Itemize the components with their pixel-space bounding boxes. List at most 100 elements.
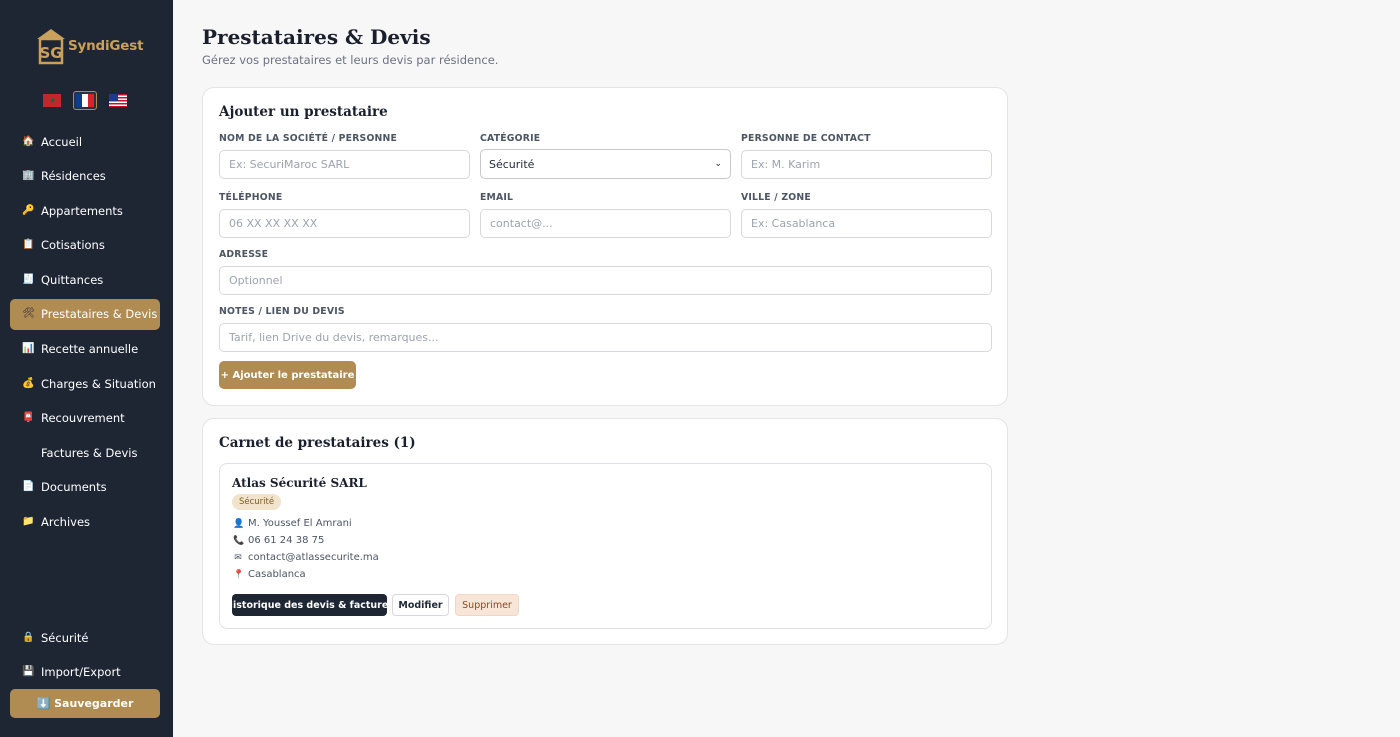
language-switcher [40, 91, 130, 110]
email-input[interactable] [480, 209, 731, 238]
sidebar-item-accueil[interactable]: 🏠 Accueil [10, 126, 160, 157]
provider-card: Atlas Sécurité SARL Sécurité 👤 M. Yousse… [219, 463, 992, 629]
contact-label: PERSONNE DE CONTACT [741, 133, 871, 144]
key-icon: 🔑 [22, 204, 35, 216]
sidebar-item-securite[interactable]: 🔒 Sécurité [10, 622, 160, 653]
clipboard-icon: 📋 [22, 239, 35, 251]
sidebar-item-recouvrement[interactable]: 📮 Recouvrement [10, 403, 160, 434]
phone-icon: 📞 [233, 535, 245, 546]
contact-input[interactable] [741, 150, 992, 179]
location-pin-icon: 📍 [233, 569, 245, 580]
add-provider-card: Ajouter un prestataire NOM DE LA SOCIÉTÉ… [202, 87, 1008, 406]
add-provider-title: Ajouter un prestataire [219, 104, 388, 120]
language-fr[interactable] [73, 91, 97, 110]
sidebar-item-label: Recouvrement [41, 411, 125, 426]
sidebar-item-label: Prestataires & Devis [41, 307, 158, 322]
sidebar-item-prestataires[interactable]: 🛠 Prestataires & Devis [10, 298, 160, 330]
tools-icon: 🛠 [22, 308, 35, 320]
sidebar-item-label: Cotisations [41, 238, 105, 253]
receipt-icon: 🧾 [22, 273, 35, 285]
sidebar-bottom-nav: 🔒 Sécurité 💾 Import/Export [10, 622, 160, 691]
sidebar-item-label: Import/Export [41, 665, 121, 680]
directory-title: Carnet de prestataires (1) [219, 435, 416, 451]
usa-flag-icon [109, 94, 127, 107]
envelope-icon: ✉ [234, 552, 242, 563]
svg-text:SG: SG [39, 44, 62, 62]
sidebar-item-recette[interactable]: 📊 Recette annuelle [10, 334, 160, 365]
document-icon: 📄 [22, 481, 35, 493]
syndigest-logo-icon: SG [37, 29, 65, 65]
mailbox-icon: 📮 [22, 412, 35, 424]
page-subtitle: Gérez vos prestataires et leurs devis pa… [202, 53, 499, 67]
language-ma[interactable] [40, 91, 64, 110]
sidebar-item-label: Résidences [41, 169, 106, 184]
address-input[interactable] [219, 266, 992, 295]
sidebar-item-appartements[interactable]: 🔑 Appartements [10, 195, 160, 226]
city-label: VILLE / ZONE [741, 192, 811, 203]
lock-icon: 🔒 [22, 631, 35, 643]
phone-label: TÉLÉPHONE [219, 192, 283, 203]
sidebar-item-cotisations[interactable]: 📋 Cotisations [10, 230, 160, 261]
provider-name: Atlas Sécurité SARL [232, 476, 367, 490]
provider-contact-text: M. Youssef El Amrani [248, 518, 352, 529]
chevron-down-icon: ⌄ [714, 159, 722, 169]
provider-city-text: Casablanca [248, 569, 306, 580]
sidebar-item-label: Archives [41, 515, 91, 530]
sidebar-item-label: Quittances [41, 272, 104, 287]
sidebar-item-residences[interactable]: 🏢 Résidences [10, 161, 160, 192]
sidebar-item-factures[interactable]: 🖇 Factures & Devis [10, 437, 160, 468]
app-name: SyndiGest [68, 38, 144, 54]
company-input[interactable] [219, 150, 470, 179]
money-bag-icon: 💰 [22, 377, 35, 389]
history-button[interactable]: Historique des devis & factures [225, 594, 394, 616]
sidebar-item-label: Factures & Devis [41, 445, 138, 460]
person-icon: 👤 [233, 518, 245, 529]
sidebar-nav: 🏠 Accueil 🏢 Résidences 🔑 Appartements 📋 Coti… [10, 126, 160, 541]
morocco-flag-icon [43, 94, 61, 107]
provider-phone-text: 06 61 24 38 75 [248, 535, 325, 546]
sidebar-item-label: Sécurité [41, 630, 89, 645]
provider-email: ✉ contact@atlassecurite.ma [233, 552, 379, 563]
france-flag-icon [76, 94, 94, 107]
provider-contact: 👤 M. Youssef El Amrani [233, 518, 352, 529]
sidebar-item-charges[interactable]: 💰 Charges & Situation [10, 368, 160, 399]
provider-directory-card: Carnet de prestataires (1) Atlas Sécurit… [202, 418, 1008, 645]
notes-label: NOTES / LIEN DU DEVIS [219, 306, 345, 317]
save-button[interactable]: ⬇️ Sauvegarder [10, 689, 160, 718]
sidebar-item-archives[interactable]: 📁 Archives [10, 507, 160, 538]
sidebar-item-label: Documents [41, 480, 107, 495]
category-select[interactable]: Sécurité ⌄ [480, 149, 731, 179]
sidebar-item-label: Accueil [41, 134, 83, 149]
phone-input[interactable] [219, 209, 470, 238]
sidebar: SG SyndiGest 🏠 Accueil 🏢 Résidences 🔑 Appar… [0, 0, 173, 737]
page-title: Prestataires & Devis [202, 25, 431, 49]
address-label: ADRESSE [219, 249, 269, 260]
notes-input[interactable] [219, 323, 992, 352]
home-icon: 🏠 [22, 135, 35, 147]
language-us[interactable] [106, 91, 130, 110]
folder-icon: 📁 [22, 516, 35, 528]
city-input[interactable] [741, 209, 992, 238]
provider-email-text: contact@atlassecurite.ma [248, 552, 379, 563]
bar-chart-icon: 📊 [22, 343, 35, 355]
sidebar-item-documents[interactable]: 📄 Documents [10, 472, 160, 503]
category-badge: Sécurité [232, 494, 282, 510]
provider-city: 📍 Casablanca [233, 569, 306, 580]
app-logo[interactable]: SG SyndiGest [35, 27, 144, 65]
company-label: NOM DE LA SOCIÉTÉ / PERSONNE [219, 133, 398, 144]
category-label: CATÉGORIE [480, 133, 541, 144]
sidebar-item-quittances[interactable]: 🧾 Quittances [10, 264, 160, 295]
category-select-value: Sécurité [489, 157, 535, 171]
sidebar-item-label: Recette annuelle [41, 342, 139, 357]
building-icon: 🏢 [22, 170, 35, 182]
paperclip-icon: 🖇 [22, 446, 35, 458]
sidebar-item-label: Charges & Situation [41, 376, 156, 391]
email-label: EMAIL [480, 192, 514, 203]
delete-button[interactable]: Supprimer [455, 594, 519, 616]
edit-button[interactable]: Modifier [392, 594, 449, 616]
floppy-disk-icon: 💾 [22, 666, 35, 678]
add-provider-button[interactable]: + Ajouter le prestataire [219, 361, 356, 389]
sidebar-item-label: Appartements [41, 203, 123, 218]
provider-phone: 📞 06 61 24 38 75 [233, 535, 324, 546]
sidebar-item-import-export[interactable]: 💾 Import/Export [10, 657, 160, 688]
